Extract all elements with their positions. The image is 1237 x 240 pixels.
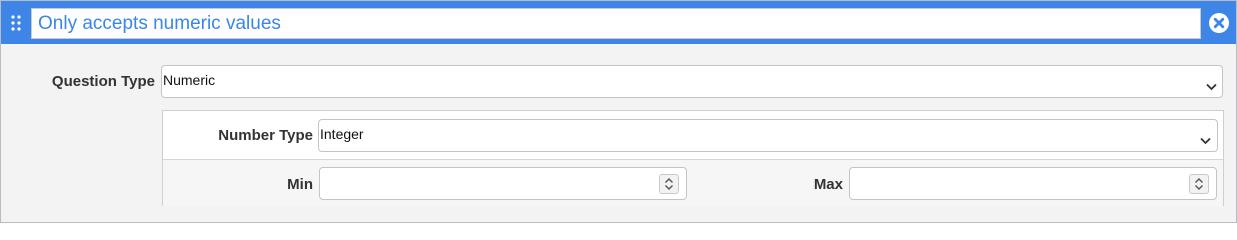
question-type-label: Question Type bbox=[51, 73, 155, 90]
max-input[interactable] bbox=[849, 167, 1217, 200]
chevron-down-icon bbox=[1200, 132, 1211, 145]
question-type-value: Numeric bbox=[163, 72, 216, 88]
number-type-value: Integer bbox=[320, 126, 364, 142]
close-circle-icon[interactable] bbox=[1208, 12, 1230, 34]
stepper-icon[interactable] bbox=[1189, 174, 1209, 194]
question-header bbox=[1, 1, 1236, 44]
question-panel: Question Type Numeric Number Type Intege… bbox=[0, 0, 1237, 223]
number-type-label: Number Type bbox=[218, 127, 313, 144]
question-type-select[interactable]: Numeric bbox=[161, 65, 1223, 98]
max-label: Max bbox=[813, 176, 843, 193]
min-input[interactable] bbox=[319, 167, 687, 200]
stepper-icon[interactable] bbox=[659, 174, 679, 194]
chevron-down-icon bbox=[1206, 78, 1217, 91]
min-label: Min bbox=[287, 176, 313, 193]
numeric-options-panel: Number Type Integer Min Max bbox=[162, 110, 1224, 206]
question-title-input[interactable] bbox=[31, 8, 1201, 39]
number-type-select[interactable]: Integer bbox=[318, 119, 1218, 152]
drag-handle-icon[interactable] bbox=[10, 14, 22, 32]
min-max-row: Min Max bbox=[163, 159, 1223, 206]
